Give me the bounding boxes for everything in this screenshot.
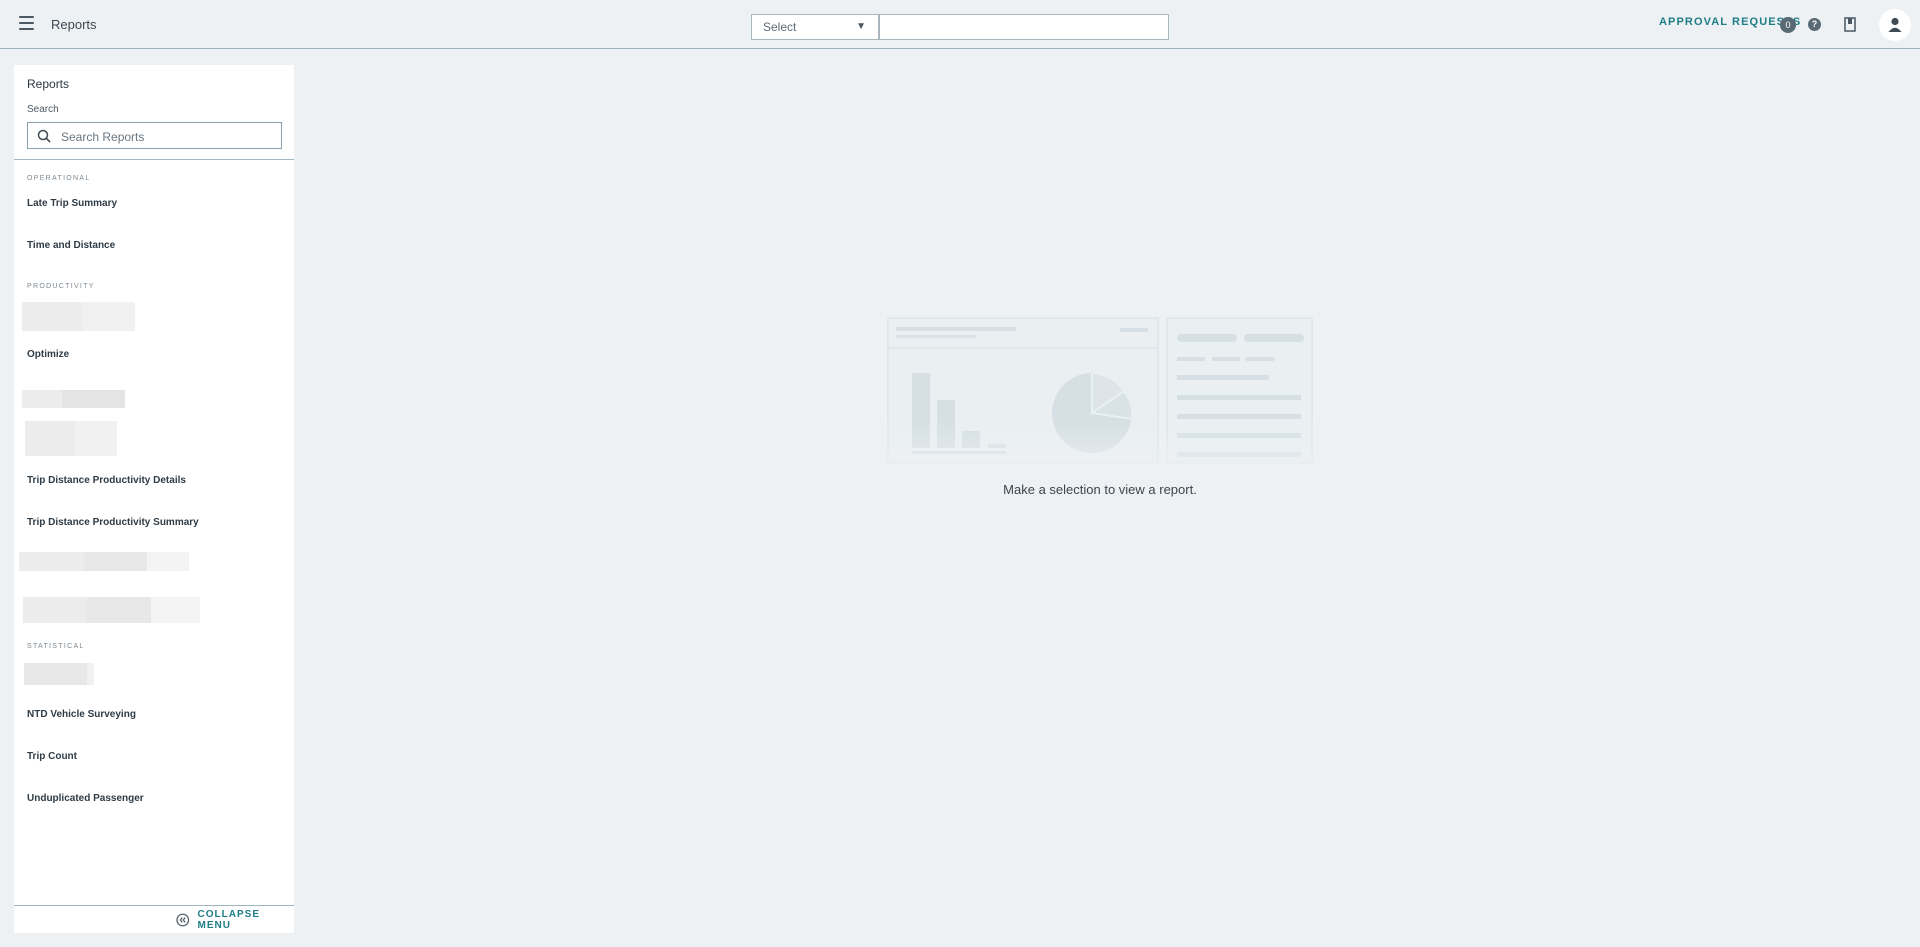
- collapse-menu-button[interactable]: COLLAPSE MENU: [176, 909, 294, 931]
- report-late-trip-summary[interactable]: Late Trip Summary: [27, 198, 117, 209]
- bookmark-book-icon[interactable]: [1843, 17, 1857, 32]
- search-label: Search: [27, 104, 59, 115]
- report-trip-distance-productivity-details[interactable]: Trip Distance Productivity Details: [27, 475, 186, 486]
- app-title: Reports: [51, 17, 97, 32]
- top-bar: Reports Select ▼ APPROVAL REQUESTS 0 ?: [0, 0, 1920, 49]
- approval-count-badge: 0: [1780, 17, 1796, 33]
- caret-down-icon: ▼: [856, 21, 866, 32]
- report-optimize[interactable]: Optimize: [27, 349, 69, 360]
- report-ntd-vehicle-surveying[interactable]: NTD Vehicle Surveying: [27, 709, 136, 720]
- report-trip-distance-productivity-summary[interactable]: Trip Distance Productivity Summary: [27, 517, 199, 528]
- report-search-field: [27, 122, 282, 149]
- collapse-menu-label: COLLAPSE MENU: [197, 909, 260, 931]
- hamburger-menu-icon[interactable]: [19, 16, 34, 30]
- report-time-and-distance[interactable]: Time and Distance: [27, 240, 115, 251]
- sidebar-divider: [14, 159, 294, 160]
- report-unduplicated-passenger[interactable]: Unduplicated Passenger: [27, 793, 144, 804]
- context-select-value: Select: [763, 20, 797, 34]
- search-reports-input[interactable]: [59, 126, 273, 147]
- double-chevron-left-icon: [176, 913, 190, 927]
- section-header-operational: OPERATIONAL: [27, 175, 91, 182]
- search-icon: [37, 129, 51, 143]
- section-header-statistical: STATISTICAL: [27, 643, 85, 650]
- question-icon[interactable]: ?: [1808, 18, 1821, 31]
- global-search-input[interactable]: [879, 14, 1169, 40]
- reports-sidebar: Reports Search OPERATIONAL Late Trip Sum…: [14, 65, 294, 933]
- section-header-productivity: PRODUCTIVITY: [27, 283, 95, 290]
- context-select[interactable]: Select ▼: [751, 14, 879, 40]
- sidebar-footer-divider: [14, 905, 294, 906]
- user-avatar-icon: [1888, 17, 1902, 32]
- sidebar-title: Reports: [27, 77, 70, 91]
- report-trip-count[interactable]: Trip Count: [27, 751, 77, 762]
- empty-state-message: Make a selection to view a report.: [1003, 482, 1197, 497]
- user-avatar[interactable]: [1879, 9, 1911, 41]
- empty-report-illustration: [884, 317, 1324, 489]
